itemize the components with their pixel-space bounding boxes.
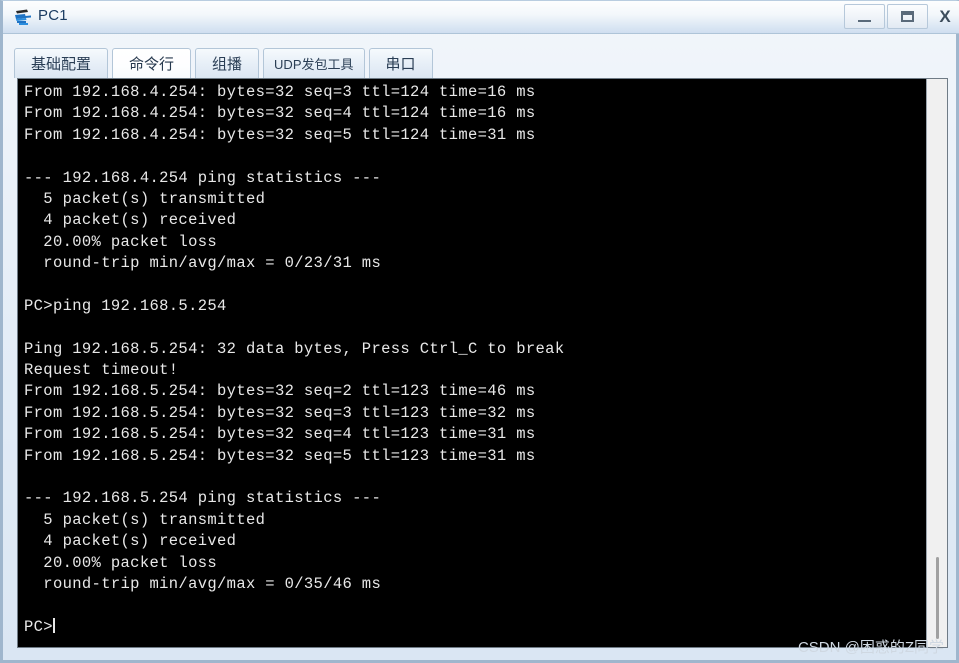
terminal-line: 5 packet(s) transmitted [24, 510, 266, 529]
window-title: PC1 [38, 7, 68, 24]
text-cursor [52, 617, 55, 633]
pc-device-icon [13, 7, 33, 27]
tab-strip: 基础配置 命令行 组播 UDP发包工具 串口 [14, 46, 437, 78]
terminal-line: --- 192.168.5.254 ping statistics --- [24, 489, 382, 508]
terminal-prompt: PC> [24, 617, 53, 636]
terminal-panel: From 192.168.4.254: bytes=32 seq=3 ttl=1… [17, 78, 948, 648]
maximize-button[interactable] [887, 4, 928, 29]
terminal-line: From 192.168.5.254: bytes=32 seq=3 ttl=1… [24, 403, 536, 422]
terminal-scrollbar[interactable] [926, 79, 947, 647]
tab-2[interactable]: 组播 [195, 48, 260, 78]
terminal-line: 4 packet(s) received [24, 532, 237, 551]
terminal-line: 20.00% packet loss [24, 232, 218, 251]
terminal-line: From 192.168.4.254: bytes=32 seq=5 ttl=1… [24, 125, 536, 144]
tab-label: 基础配置 [31, 56, 92, 73]
terminal-prompt-line[interactable]: PC> [24, 617, 926, 638]
terminal-line: From 192.168.5.254: bytes=32 seq=5 ttl=1… [24, 446, 536, 465]
terminal-line: Request timeout! [24, 361, 179, 380]
terminal-line: 5 packet(s) transmitted [24, 189, 266, 208]
terminal-line: 4 packet(s) received [24, 211, 237, 230]
terminal-line: --- 192.168.4.254 ping statistics --- [24, 168, 382, 187]
title-bar[interactable]: PC1 X [3, 1, 959, 34]
terminal-line: Ping 192.168.5.254: 32 data bytes, Press… [24, 339, 565, 358]
close-icon: X [939, 6, 951, 26]
application-window: PC1 X 基础配置 命令行 组播 UDP发包工具 串口 From 192.168.4.… [0, 0, 959, 663]
terminal-line: PC>ping 192.168.5.254 [24, 296, 227, 315]
terminal-line: From 192.168.4.254: bytes=32 seq=3 ttl=1… [24, 83, 536, 101]
maximize-icon [901, 11, 914, 22]
close-button[interactable]: X [930, 4, 959, 29]
terminal-line: From 192.168.5.254: bytes=32 seq=4 ttl=1… [24, 425, 536, 444]
tab-label: 串口 [385, 56, 416, 73]
tab-label: 组播 [212, 56, 243, 73]
terminal-line: round-trip min/avg/max = 0/35/46 ms [24, 574, 382, 593]
tab-4[interactable]: 串口 [368, 48, 433, 78]
tab-3[interactable]: UDP发包工具 [263, 48, 365, 78]
terminal-line: From 192.168.4.254: bytes=32 seq=4 ttl=1… [24, 104, 536, 123]
terminal-line: From 192.168.5.254: bytes=32 seq=2 ttl=1… [24, 382, 536, 401]
minimize-button[interactable] [844, 4, 885, 29]
terminal-output[interactable]: From 192.168.4.254: bytes=32 seq=3 ttl=1… [18, 79, 926, 647]
tab-1[interactable]: 命令行 [112, 48, 192, 78]
terminal-line: round-trip min/avg/max = 0/23/31 ms [24, 254, 382, 273]
tab-label: 命令行 [129, 56, 175, 73]
minimize-icon [858, 19, 871, 22]
tab-label: UDP发包工具 [274, 57, 354, 72]
terminal-line: 20.00% packet loss [24, 553, 218, 572]
tab-0[interactable]: 基础配置 [14, 48, 109, 78]
scrollbar-thumb[interactable] [936, 557, 939, 639]
